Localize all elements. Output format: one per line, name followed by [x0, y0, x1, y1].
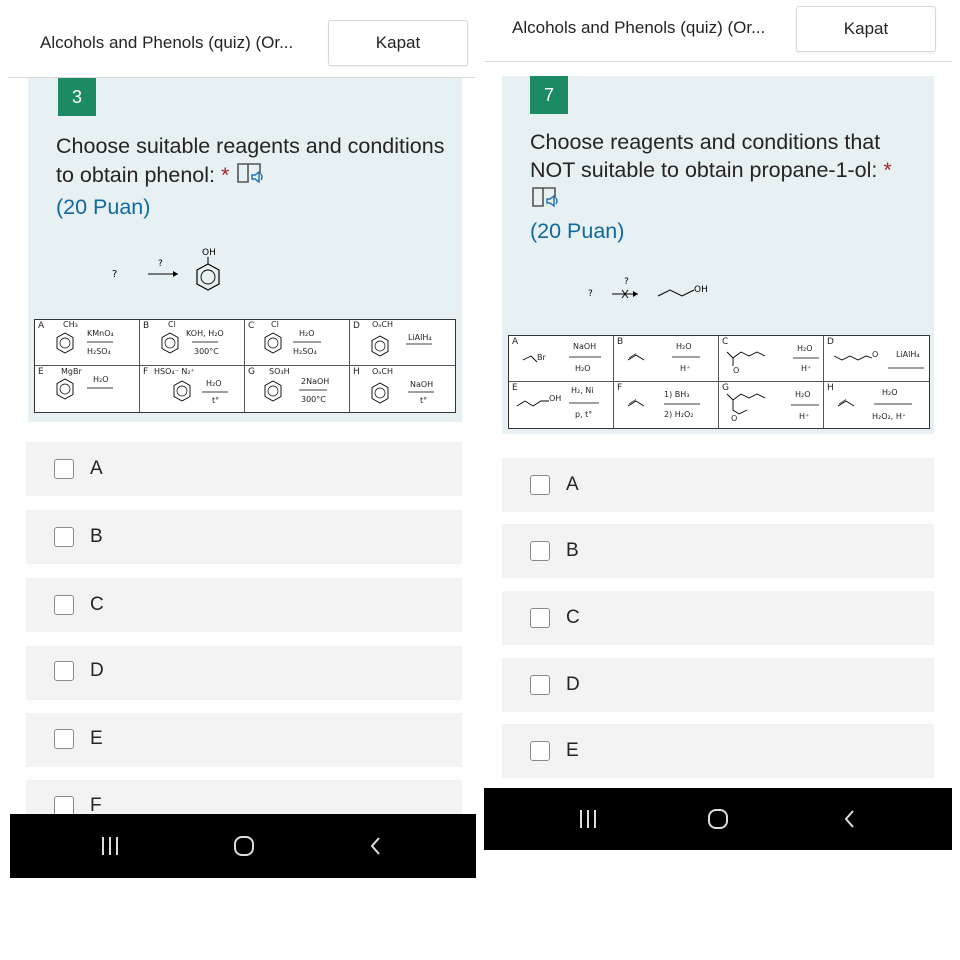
table-cell: G SO₃H 2NaOH 300°C: [245, 366, 350, 412]
system-nav-bar: [484, 788, 952, 850]
checkbox-icon[interactable]: [530, 608, 550, 628]
table-cell: A Br NaOH H₂O: [509, 336, 614, 382]
table-cell: F 1) BH₃ 2) H₂O₂: [614, 382, 719, 428]
option-b[interactable]: B: [502, 524, 934, 578]
quiz-screen-left: Alcohols and Phenols (quiz) (Or... Kapat…: [8, 0, 476, 880]
table-cell: D OₐCH LiAlH₄: [350, 320, 455, 366]
question-number-badge: 3: [58, 78, 96, 116]
option-d[interactable]: D: [502, 658, 934, 712]
reaction-scheme: ? ? OH: [588, 277, 708, 299]
checkbox-icon[interactable]: [54, 729, 74, 749]
table-cell: E OH H₂, Ni p, t°: [509, 382, 614, 428]
immersive-reader-icon[interactable]: [235, 160, 265, 193]
question-points: (20 Puan): [530, 219, 625, 243]
checkbox-icon[interactable]: [530, 741, 550, 761]
system-nav-bar: [10, 814, 476, 878]
checkbox-icon[interactable]: [530, 475, 550, 495]
question-text-block: Choose suitable reagents and conditions …: [56, 132, 456, 221]
checkbox-icon[interactable]: [530, 675, 550, 695]
reaction-scheme: ? ? OH: [112, 248, 220, 291]
scheme-product-group: OH: [694, 285, 708, 295]
table-cell: H OₐCH NaOH t°: [353, 367, 434, 405]
checkbox-icon[interactable]: [54, 661, 74, 681]
table-cell: B H₂O H⁺: [614, 336, 719, 382]
recents-icon[interactable]: [568, 803, 608, 835]
benzene-ring: [196, 263, 220, 291]
reagent-table: A CH₃ KMnO₄ H₂SO₄ B Cl KOH, H₂O 300°C C Cl H₂O H₂…: [34, 319, 456, 413]
immersive-reader-icon[interactable]: [530, 184, 560, 217]
scheme-arrow-label: ?: [624, 277, 629, 287]
option-e[interactable]: E: [502, 724, 934, 778]
quiz-title: Alcohols and Phenols (quiz) (Or...: [512, 18, 766, 37]
table-cell: F HSO₄⁻ N₂⁺ H₂O t°: [140, 366, 245, 412]
header-bar: Alcohols and Phenols (quiz) (Or... Kapat: [484, 0, 952, 62]
table-cell: B Cl KOH, H₂O 300°C: [140, 320, 245, 366]
scheme-arrow-label: ?: [158, 259, 163, 269]
checkbox-icon[interactable]: [54, 527, 74, 547]
required-mark: *: [883, 158, 892, 182]
checkbox-icon[interactable]: [530, 541, 550, 561]
option-c[interactable]: C: [502, 591, 934, 645]
home-icon[interactable]: [698, 803, 738, 835]
option-a[interactable]: A: [502, 458, 934, 512]
table-cell: A CH₃ KMnO₄ H₂SO₄: [35, 320, 140, 366]
recents-icon[interactable]: [90, 830, 130, 862]
scheme-reactant: ?: [112, 269, 117, 280]
close-button[interactable]: Kapat: [328, 20, 468, 66]
question-text: Choose reagents and conditions that NOT …: [530, 130, 881, 182]
checkbox-icon[interactable]: [54, 595, 74, 615]
home-icon[interactable]: [224, 830, 264, 862]
table-cell: C O H₂O H⁺: [719, 336, 824, 382]
header-bar: Alcohols and Phenols (quiz) (Or... Kapat: [8, 8, 476, 78]
option-c[interactable]: C: [26, 578, 462, 632]
back-chevron-icon[interactable]: [356, 830, 396, 862]
option-a[interactable]: A: [26, 442, 462, 496]
table-cell: E MgBr H₂O: [35, 366, 140, 412]
question-points: (20 Puan): [56, 195, 151, 219]
question-card: 7 Choose reagents and conditions that NO…: [502, 76, 934, 434]
back-chevron-icon[interactable]: [830, 803, 870, 835]
scheme-product-group: OH: [202, 248, 216, 258]
scheme-reactant: ?: [588, 289, 593, 299]
question-text-block: Choose reagents and conditions that NOT …: [530, 128, 930, 245]
table-cell: H H₂O H₂O₂, H⁺: [827, 383, 912, 421]
checkbox-icon[interactable]: [54, 459, 74, 479]
quiz-screen-right: Alcohols and Phenols (quiz) (Or... Kapat…: [484, 0, 952, 852]
question-card: 3 Choose suitable reagents and condition…: [28, 78, 462, 422]
required-mark: *: [220, 163, 230, 188]
option-e[interactable]: E: [26, 713, 462, 767]
table-cell: D O LiAlH₄: [824, 336, 929, 382]
close-button[interactable]: Kapat: [796, 6, 936, 52]
checkbox-icon[interactable]: [54, 796, 74, 816]
table-cell: G O H₂O H⁺: [719, 382, 824, 428]
question-number-badge: 7: [530, 76, 568, 114]
reagent-table: A Br NaOH H₂O B H₂O H⁺ C O H₂O H⁺ D O LiAlH₄ E OH H₂…: [508, 335, 930, 429]
table-cell: C Cl H₂O H₂SO₄: [245, 320, 350, 366]
propanol-skeleton: [657, 289, 695, 297]
option-b[interactable]: B: [26, 510, 462, 564]
quiz-title: Alcohols and Phenols (quiz) (Or...: [40, 33, 294, 52]
option-d[interactable]: D: [26, 646, 462, 700]
